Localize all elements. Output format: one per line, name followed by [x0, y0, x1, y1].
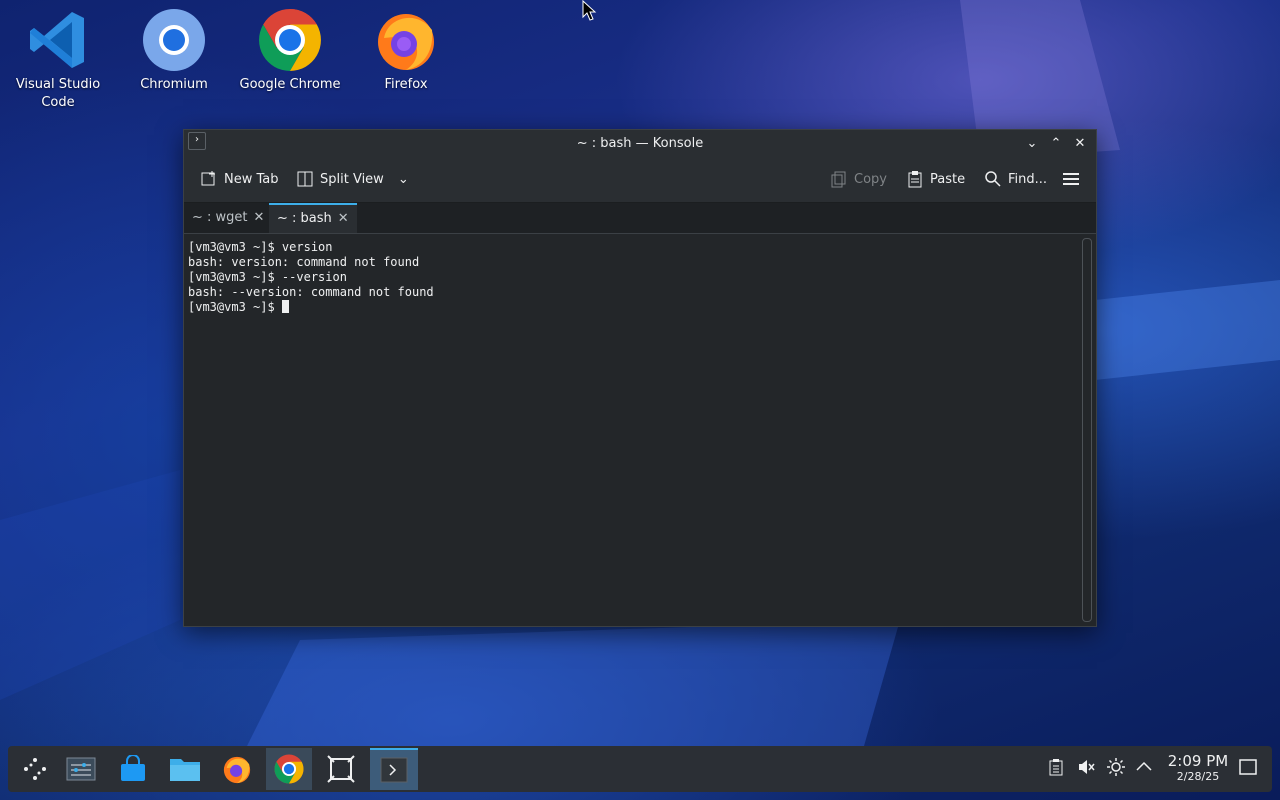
desktop-icon-firefox[interactable]: Firefox	[351, 8, 461, 94]
show-desktop-icon[interactable]	[1238, 758, 1258, 778]
terminal-line: bash: version: command not found	[188, 255, 420, 269]
clock-time: 2:09 PM	[1167, 752, 1229, 770]
desktop-icon-chrome[interactable]: Google Chrome	[235, 8, 345, 94]
tab-bar: ~ : wget ✕ ~ : bash ✕	[184, 203, 1096, 234]
desktop-icon-label: Firefox	[384, 77, 428, 92]
desktop-icon-label: Chromium	[140, 77, 208, 92]
taskbar-konsole[interactable]	[370, 748, 418, 790]
close-tab-icon[interactable]: ✕	[254, 210, 265, 225]
maximize-icon[interactable]: ⌃	[1046, 134, 1066, 154]
launcher-icon	[24, 758, 46, 780]
copy-icon	[831, 171, 846, 188]
find-label: Find...	[1008, 171, 1048, 187]
close-tab-icon[interactable]: ✕	[338, 211, 349, 226]
split-view-icon	[297, 171, 313, 187]
tab-bash[interactable]: ~ : bash ✕	[269, 203, 357, 233]
hamburger-menu-icon	[1063, 173, 1079, 185]
firefox-icon	[378, 14, 434, 70]
tab-label: ~ : wget	[192, 210, 248, 225]
chrome-icon	[274, 754, 304, 784]
window-title: ~ : bash — Konsole	[576, 136, 704, 151]
paste-icon	[908, 171, 922, 188]
vscode-icon	[30, 12, 84, 68]
terminal-prompt: [vm3@vm3 ~]$	[188, 300, 282, 314]
copy-label: Copy	[854, 171, 887, 187]
terminal-line: [vm3@vm3 ~]$ --version	[188, 270, 347, 284]
terminal-prompt-line: [vm3@vm3 ~]$	[188, 300, 1074, 315]
text-cursor	[281, 300, 289, 313]
split-view-button[interactable]: Split View ⌄	[296, 170, 409, 188]
volume-muted-icon[interactable]	[1076, 758, 1096, 778]
app-launcher-button[interactable]	[12, 748, 58, 790]
desktop-icon-label: Visual Studio Code	[15, 77, 101, 110]
terminal-line: [vm3@vm3 ~]$ version	[188, 240, 333, 254]
terminal-scrollbar[interactable]	[1082, 238, 1092, 622]
settings-icon	[66, 757, 96, 781]
desktop-icon-vscode[interactable]: Visual Studio Code	[3, 8, 113, 112]
split-view-label: Split View	[320, 171, 384, 187]
folder-icon	[170, 759, 200, 781]
paste-button[interactable]: Paste	[906, 170, 965, 188]
window-frame-icon	[327, 755, 355, 783]
taskbar-firefox[interactable]	[214, 748, 260, 790]
desktop-icon-label: Google Chrome	[239, 77, 341, 92]
new-tab-icon	[201, 171, 215, 186]
new-tab-label: New Tab	[224, 171, 279, 187]
paste-label: Paste	[930, 171, 966, 187]
chevron-down-icon[interactable]: ⌄	[398, 172, 409, 187]
taskbar-file-manager[interactable]	[162, 748, 208, 790]
close-icon[interactable]: ✕	[1070, 134, 1090, 154]
taskbar-system-settings[interactable]	[58, 748, 104, 790]
taskbar-discover[interactable]	[110, 748, 156, 790]
terminal-output[interactable]: [vm3@vm3 ~]$ version bash: version: comm…	[184, 234, 1078, 626]
tab-label: ~ : bash	[277, 211, 332, 226]
desktop-icon-chromium[interactable]: Chromium	[119, 8, 229, 94]
find-button[interactable]: Find...	[984, 170, 1047, 188]
mouse-pointer-icon	[582, 0, 597, 21]
tab-wget[interactable]: ~ : wget ✕	[184, 203, 272, 233]
search-icon	[985, 171, 1001, 187]
chevron-up-icon[interactable]	[1134, 758, 1154, 778]
taskbar-chrome[interactable]	[266, 748, 312, 790]
terminal-icon	[380, 757, 408, 783]
copy-button[interactable]: Copy	[830, 170, 887, 188]
brightness-icon[interactable]	[1106, 758, 1126, 778]
chromium-icon	[143, 9, 205, 71]
terminal-line: bash: --version: command not found	[188, 285, 434, 299]
store-icon	[121, 755, 145, 781]
clipboard-icon[interactable]	[1046, 758, 1066, 778]
chrome-icon	[259, 9, 321, 71]
minimize-icon[interactable]: ⌄	[1022, 134, 1042, 154]
window-titlebar[interactable]: › ~ : bash — Konsole ⌄ ⌃ ✕	[184, 130, 1096, 158]
firefox-icon	[223, 756, 251, 784]
hamburger-menu-button[interactable]	[1062, 170, 1080, 188]
taskbar: 2:09 PM 2/28/25	[8, 746, 1272, 792]
konsole-window: › ~ : bash — Konsole ⌄ ⌃ ✕ New Tab Split…	[183, 129, 1097, 627]
clock[interactable]: 2:09 PM 2/28/25	[1158, 752, 1238, 783]
clock-date: 2/28/25	[1176, 770, 1220, 783]
konsole-toolbar: New Tab Split View ⌄ Copy Paste Find...	[184, 158, 1096, 203]
taskbar-window-app[interactable]	[318, 748, 364, 790]
new-tab-button[interactable]: New Tab	[200, 170, 279, 188]
